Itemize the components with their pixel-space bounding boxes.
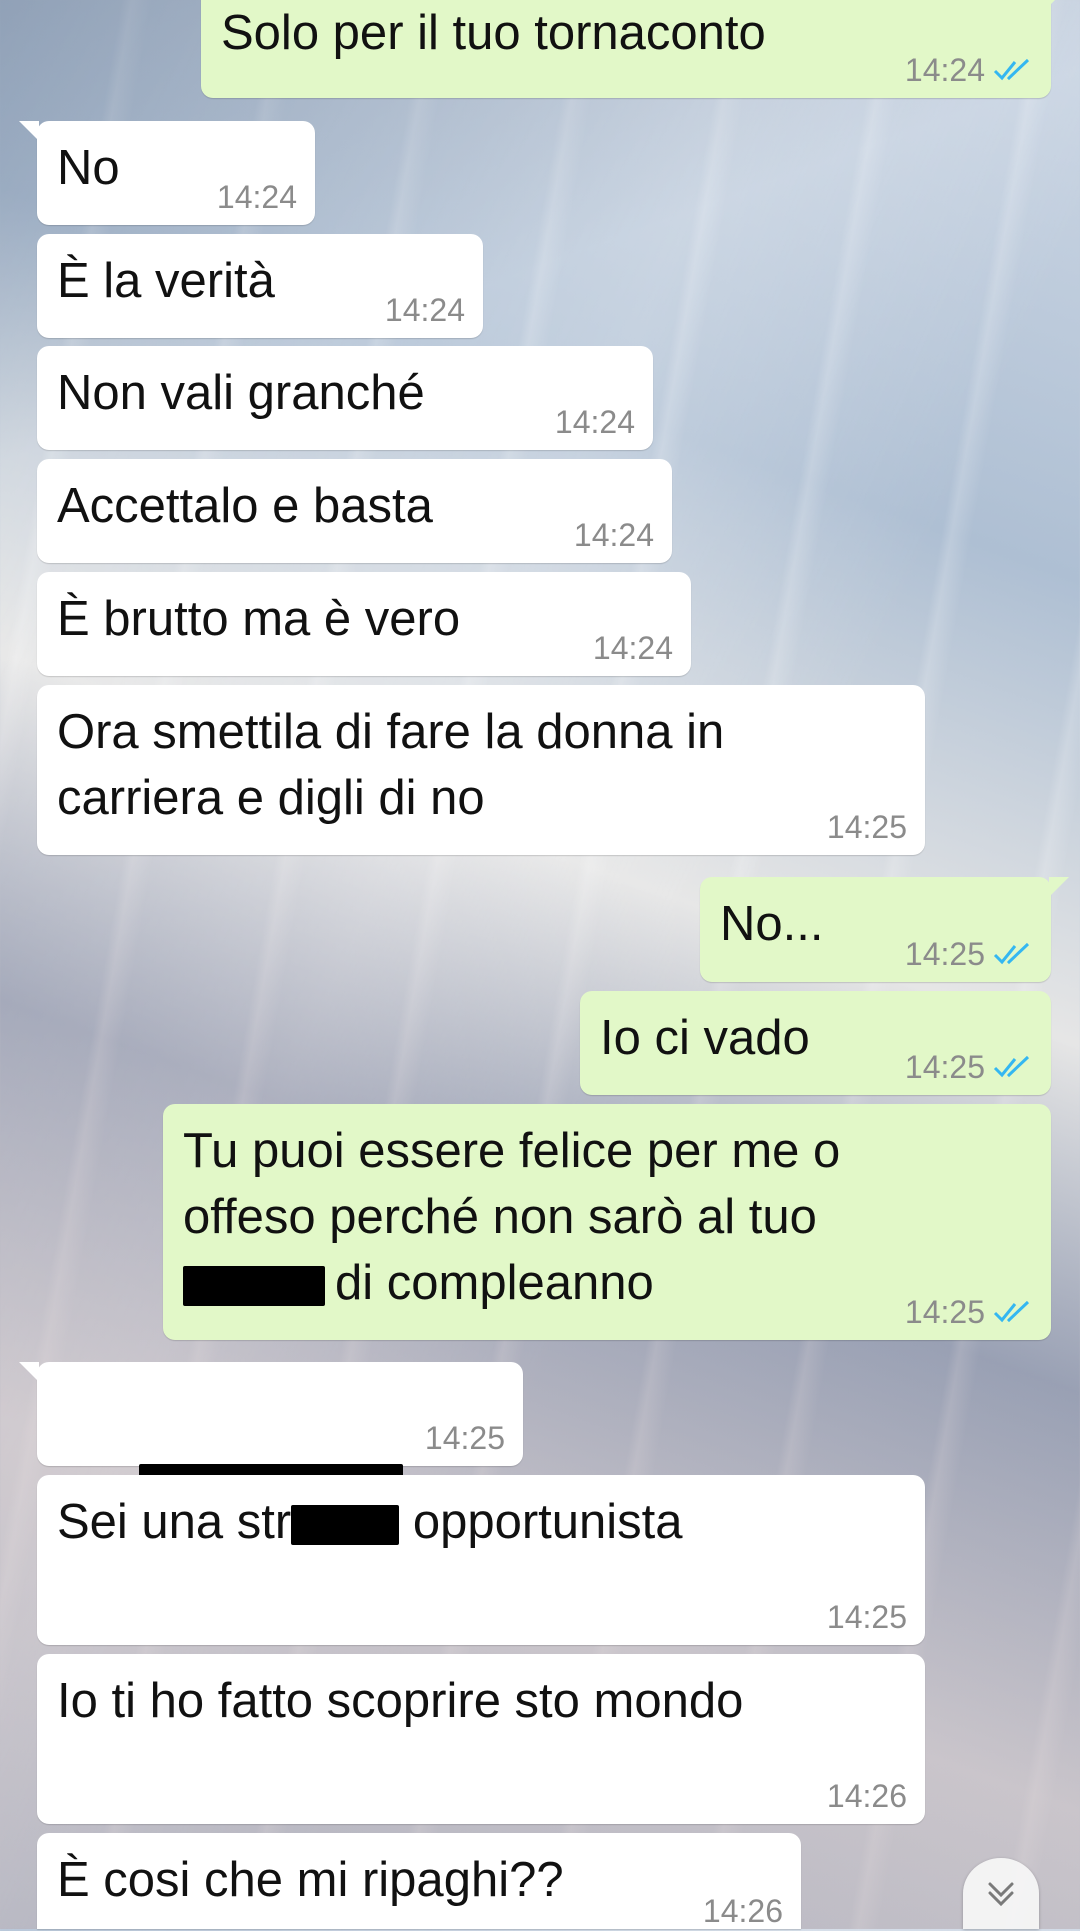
message-meta: 14:24: [905, 50, 1033, 90]
message-meta: 14:25: [827, 1597, 907, 1637]
message-bubble-incoming[interactable]: Io ti ho fatto scoprire sto mondo 14:26: [37, 1654, 925, 1824]
message-time: 14:25: [904, 936, 985, 972]
message-time: 14:25: [826, 809, 907, 845]
message-meta: 14:25: [905, 1292, 1033, 1332]
double-check-icon: [993, 1055, 1030, 1078]
message-text-after: opportunista: [399, 1495, 683, 1549]
double-check-icon: [993, 942, 1030, 965]
double-chevron-down-icon: [988, 1882, 1014, 1906]
message-time: 14:25: [424, 1420, 505, 1456]
message-text-before: Sei una str: [57, 1495, 292, 1549]
message-line: Tu puoi essere felice per me o: [183, 1124, 841, 1178]
message-time: 14:24: [554, 404, 635, 440]
message-text: Ora smettila di fare la donna in carrier…: [57, 705, 725, 825]
message-bubble-outgoing[interactable]: No... 14:25: [700, 877, 1069, 982]
message-text: Sei una str opportunista: [57, 1489, 905, 1555]
message-text: È brutto ma è vero: [57, 592, 461, 646]
message-text: Accettalo e basta: [57, 479, 433, 533]
message-bubble-incoming[interactable]: No 14:24: [19, 121, 315, 225]
message-time: 14:25: [904, 1049, 985, 1085]
message-meta: 14:26: [703, 1891, 783, 1931]
message-meta: 14:25: [425, 1418, 505, 1458]
message-meta: 14:26: [827, 1776, 907, 1816]
message-meta: 14:24: [385, 290, 465, 330]
redaction-block: [291, 1505, 400, 1546]
message-text: Io ti ho fatto scoprire sto mondo: [57, 1674, 744, 1728]
message-meta: 14:25: [905, 934, 1033, 974]
message-time: 14:24: [216, 179, 297, 215]
message-meta: 14:24: [555, 402, 635, 442]
message-time: 14:24: [384, 292, 465, 328]
message-line-text: di compleanno: [335, 1256, 654, 1310]
message-time: 14:26: [826, 1778, 907, 1814]
message-meta: 14:24: [574, 515, 654, 555]
message-bubble-incoming[interactable]: È la verità 14:24: [37, 234, 483, 338]
message-bubble-incoming[interactable]: È brutto ma è vero 14:24: [37, 572, 691, 676]
message-bubble-outgoing[interactable]: Solo per il tuo tornaconto 14:24: [201, 0, 1069, 98]
message-meta: 14:24: [217, 177, 297, 217]
redaction-block: [183, 1266, 325, 1307]
message-bubble-incoming[interactable]: Ora smettila di fare la donna in carrier…: [37, 685, 925, 855]
message-line: offeso perché non sarò al tuo: [183, 1190, 817, 1244]
message-bubble-outgoing[interactable]: Io ci vado 14:25: [580, 991, 1051, 1095]
double-check-icon: [993, 1300, 1030, 1323]
message-time: 14:24: [904, 52, 985, 88]
message-time: 14:24: [573, 517, 654, 553]
message-text: È cosi che mi ripaghi??: [57, 1853, 564, 1907]
message-meta: 14:24: [593, 628, 673, 668]
chat-area[interactable]: Solo per il tuo tornaconto 14:24 No 14:2…: [0, 0, 1080, 1929]
message-line-3: di compleanno: [183, 1250, 1031, 1316]
message-time: 14:25: [826, 1599, 907, 1635]
message-bubble-incoming[interactable]: Sei una str opportunista 14:25: [37, 1475, 925, 1645]
message-time: 14:25: [904, 1294, 985, 1330]
message-bubble-incoming[interactable]: Accettalo e basta 14:24: [37, 459, 672, 563]
message-bubble-outgoing[interactable]: Tu puoi essere felice per me o offeso pe…: [163, 1104, 1051, 1340]
message-time: 14:26: [702, 1893, 783, 1929]
message-bubble-incoming[interactable]: 14:25: [19, 1362, 523, 1507]
message-meta: 14:25: [827, 807, 907, 847]
message-time: 14:24: [592, 630, 673, 666]
message-text: Non vali granché: [57, 366, 425, 420]
double-check-icon: [993, 58, 1030, 81]
message-bubble-incoming[interactable]: Non vali granché 14:24: [37, 346, 653, 450]
scroll-to-bottom-button[interactable]: [963, 1858, 1039, 1929]
message-bubble-incoming[interactable]: È cosi che mi ripaghi?? 14:26: [37, 1833, 801, 1929]
message-meta: 14:25: [905, 1047, 1033, 1087]
